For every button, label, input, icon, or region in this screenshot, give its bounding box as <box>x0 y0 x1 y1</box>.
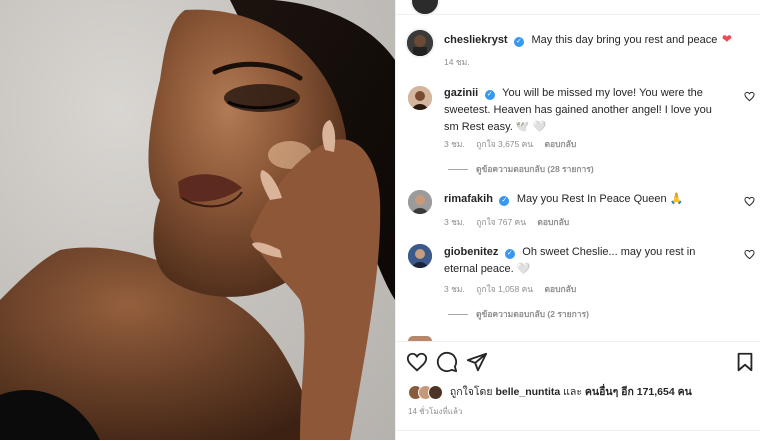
reply-button[interactable]: ตอบกลับ <box>545 139 577 149</box>
liked-by-avatars[interactable] <box>408 384 446 400</box>
comment-1: gazinii ✓ You will be missed my love! Yo… <box>444 84 714 135</box>
comment-3: giobenitez ✓ Oh sweet Cheslie... may you… <box>444 243 714 277</box>
verified-badge-icon: ✓ <box>499 196 510 206</box>
author-username[interactable]: chesliekryst <box>444 34 508 46</box>
comment-avatar[interactable] <box>408 190 432 214</box>
top-avatar[interactable] <box>410 0 440 16</box>
post-photo[interactable] <box>0 0 395 440</box>
liked-by-others[interactable]: คนอื่นๆ อีก 171,654 คน <box>585 386 692 398</box>
author-avatar[interactable] <box>405 28 435 58</box>
caption: chesliekryst ✓ May this day bring you re… <box>444 31 744 48</box>
comment-3-meta: 3 ชม. ถูกใจ 1,058 คน ตอบกลับ <box>444 284 577 294</box>
view-replies-link[interactable]: ดูข้อความตอบกลับ (28 รายการ) <box>448 162 594 176</box>
comment-username[interactable]: rimafakih <box>444 193 493 205</box>
comment-avatar[interactable] <box>408 86 432 110</box>
comment-like-heart-icon[interactable] <box>744 91 755 102</box>
liked-by-and: และ <box>563 386 582 398</box>
comment-username[interactable]: gazinii <box>444 87 478 99</box>
heart-icon[interactable] <box>406 351 428 373</box>
reply-button[interactable]: ตอบกลับ <box>545 284 577 294</box>
comment-avatar[interactable] <box>408 244 432 268</box>
view-replies-link[interactable]: ดูข้อความตอบกลับ (2 รายการ) <box>448 307 589 321</box>
caption-text: May this day bring you rest and peace <box>531 34 718 46</box>
actions-divider <box>396 341 760 342</box>
comment-1-meta: 3 ชม. ถูกใจ 3,675 คน ตอบกลับ <box>444 139 577 149</box>
comment-like-heart-icon[interactable] <box>744 196 755 207</box>
reply-button[interactable]: ตอบกลับ <box>537 217 569 227</box>
post-panel: chesliekryst ✓ May this day bring you re… <box>395 0 760 440</box>
portrait-image <box>0 0 395 440</box>
verified-badge-icon: ✓ <box>484 90 495 100</box>
add-comment-area[interactable] <box>396 430 760 441</box>
top-strip <box>396 0 760 16</box>
share-icon[interactable] <box>466 351 488 373</box>
liked-by-prefix: ถูกใจโดย <box>449 386 493 398</box>
bookmark-icon[interactable] <box>734 351 756 373</box>
comment-username[interactable]: giobenitez <box>444 246 498 258</box>
comment-2: rimafakih ✓ May you Rest In Peace Queen … <box>444 190 714 207</box>
liked-by-user[interactable]: belle_nuntita <box>495 386 560 398</box>
comment-2-meta: 3 ชม. ถูกใจ 767 คน ตอบกลับ <box>444 217 570 227</box>
caption-time: 14 ชม. <box>444 57 470 67</box>
comment-like-heart-icon[interactable] <box>744 249 755 260</box>
post-time-ago[interactable]: 14 ชั่วโมงที่แล้ว <box>408 405 462 418</box>
liked-by-row: ถูกใจโดย belle_nuntita และ คนอื่นๆ อีก 1… <box>408 383 692 400</box>
verified-badge-icon: ✓ <box>514 37 525 47</box>
heart-emoji-icon: ❤ <box>721 32 732 46</box>
verified-badge-icon: ✓ <box>504 249 515 259</box>
comment-icon[interactable] <box>436 351 458 373</box>
comment-text: May you Rest In Peace Queen 🙏 <box>516 193 684 205</box>
